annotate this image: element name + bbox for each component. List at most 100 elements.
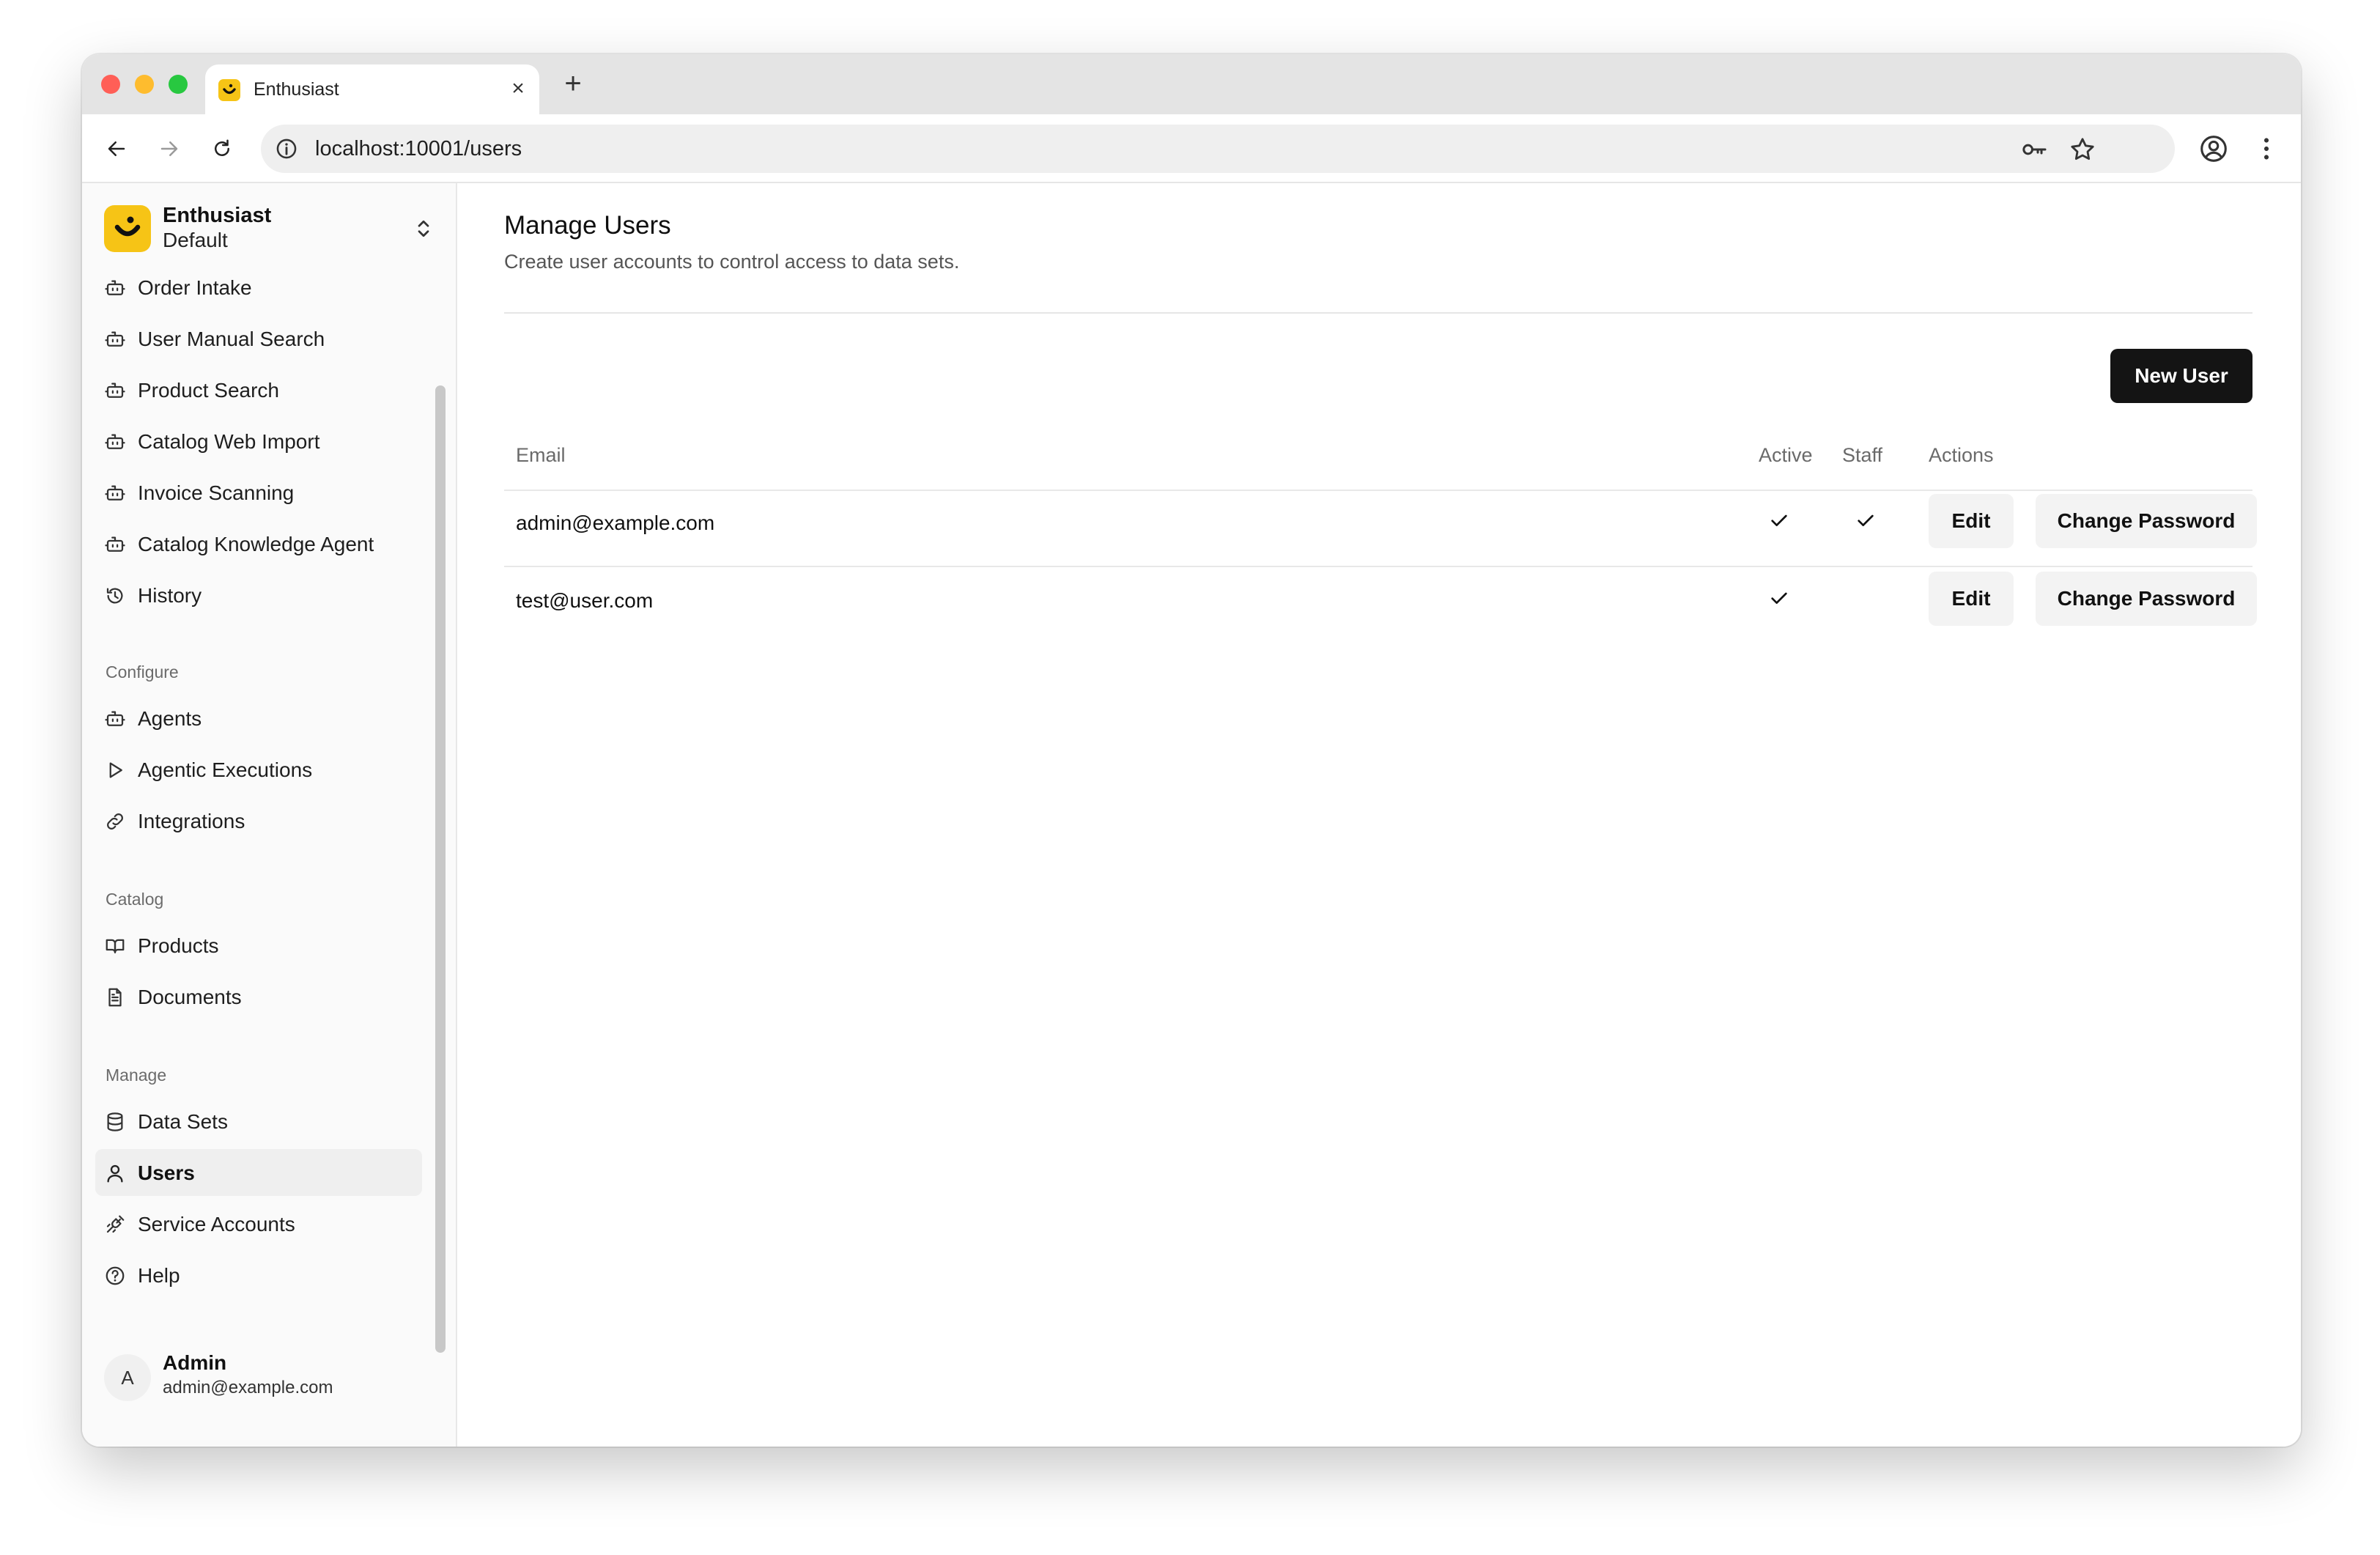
sidebar-item-data-sets[interactable]: Data Sets — [95, 1098, 422, 1145]
sidebar-item-user-manual-search[interactable]: User Manual Search — [95, 315, 422, 362]
document-icon — [104, 986, 126, 1008]
check-icon — [1854, 509, 1877, 532]
profile-icon[interactable] — [2197, 132, 2231, 166]
sidebar-item-agents[interactable]: Agents — [95, 695, 422, 742]
header-divider — [504, 312, 2252, 314]
bot-icon — [104, 277, 126, 299]
play-icon — [104, 759, 126, 781]
address-bar[interactable]: localhost:10001/users — [261, 125, 2175, 173]
site-info-icon[interactable] — [274, 136, 299, 161]
password-key-icon[interactable] — [2019, 135, 2049, 164]
bot-icon — [104, 431, 126, 453]
close-window-button[interactable] — [101, 75, 120, 94]
sidebar-item-order-intake[interactable]: Order Intake — [95, 264, 422, 311]
check-icon — [1767, 509, 1791, 532]
link-icon — [104, 810, 126, 832]
bot-icon — [104, 533, 126, 555]
back-icon[interactable] — [100, 132, 133, 166]
history-icon — [104, 585, 126, 607]
new-user-button[interactable]: New User — [2110, 349, 2252, 403]
page-subtitle: Create user accounts to control access t… — [504, 251, 960, 273]
sidebar-item-history[interactable]: History — [95, 572, 422, 618]
reload-icon[interactable] — [205, 132, 239, 166]
sidebar-item-documents[interactable]: Documents — [95, 973, 422, 1020]
sidebar-scrollbar[interactable] — [435, 385, 446, 1353]
sidebar-item-label: Catalog Knowledge Agent — [138, 533, 374, 555]
book-icon — [104, 935, 126, 957]
user-email: admin@example.com — [163, 1378, 333, 1397]
sidebar-item-catalog-knowledge-agent[interactable]: Catalog Knowledge Agent — [95, 520, 422, 567]
maximize-window-button[interactable] — [169, 75, 188, 94]
sidebar-item-label: Catalog Web Import — [138, 430, 320, 453]
section-label-configure: Configure — [106, 662, 179, 682]
sidebar-item-products[interactable]: Products — [95, 922, 422, 969]
sidebar-item-label: Users — [138, 1161, 195, 1184]
sidebar-item-label: Data Sets — [138, 1110, 228, 1133]
check-icon — [1767, 586, 1791, 610]
database-icon — [104, 1111, 126, 1133]
avatar: A — [104, 1354, 151, 1401]
tab-title: Enthusiast — [254, 79, 339, 100]
close-tab-icon[interactable]: × — [506, 76, 531, 101]
table-row-divider — [504, 566, 2252, 567]
sidebar-item-label: User Manual Search — [138, 328, 325, 350]
bot-icon — [104, 482, 126, 504]
browser-menu-icon[interactable] — [2250, 132, 2283, 166]
sidebar-item-invoice-scanning[interactable]: Invoice Scanning — [95, 469, 422, 516]
plug-icon — [104, 1214, 126, 1235]
bot-icon — [104, 328, 126, 350]
browser-window: Enthusiast × + localhost:10001/users Ent… — [82, 54, 2301, 1447]
edit-button[interactable]: Edit — [1929, 572, 2014, 626]
url-text[interactable]: localhost:10001/users — [315, 137, 522, 161]
sidebar: Enthusiast Default Order Intake User Man… — [82, 183, 457, 1447]
sidebar-item-label: Product Search — [138, 379, 279, 402]
minimize-window-button[interactable] — [135, 75, 154, 94]
bookmark-star-icon[interactable] — [2068, 135, 2097, 164]
sidebar-item-service-accounts[interactable]: Service Accounts — [95, 1200, 422, 1247]
bot-icon — [104, 380, 126, 402]
sidebar-item-label: Products — [138, 934, 219, 957]
section-label-catalog: Catalog — [106, 890, 164, 909]
current-user-card[interactable]: A Admin admin@example.com — [104, 1351, 441, 1425]
browser-tab[interactable]: Enthusiast × — [205, 64, 539, 114]
chevron-up-down-icon — [410, 215, 437, 242]
sidebar-item-agentic-executions[interactable]: Agentic Executions — [95, 746, 422, 793]
sidebar-item-help[interactable]: Help — [95, 1252, 422, 1299]
column-header-email: Email — [516, 444, 566, 466]
main-content: Manage Users Create user accounts to con… — [457, 183, 2301, 1447]
sidebar-item-label: Help — [138, 1264, 180, 1287]
user-icon — [104, 1162, 126, 1184]
sidebar-item-integrations[interactable]: Integrations — [95, 797, 422, 844]
change-password-button[interactable]: Change Password — [2036, 572, 2257, 626]
brand-logo-icon — [104, 205, 151, 252]
sidebar-item-label: Agentic Executions — [138, 758, 313, 781]
sidebar-item-label: Documents — [138, 986, 242, 1008]
help-icon — [104, 1265, 126, 1287]
workspace-switcher[interactable]: Enthusiast Default — [104, 202, 441, 255]
section-label-manage: Manage — [106, 1065, 167, 1085]
table-row-email: test@user.com — [516, 589, 654, 612]
sidebar-item-users[interactable]: Users — [95, 1149, 422, 1196]
user-name: Admin — [163, 1351, 227, 1374]
sidebar-item-label: Invoice Scanning — [138, 481, 295, 504]
new-tab-button[interactable]: + — [558, 69, 588, 100]
favicon-icon — [218, 79, 240, 101]
column-header-actions: Actions — [1929, 444, 1994, 466]
edit-button[interactable]: Edit — [1929, 494, 2014, 548]
forward-icon[interactable] — [152, 132, 186, 166]
table-row-email: admin@example.com — [516, 511, 715, 534]
column-header-staff: Staff — [1842, 444, 1883, 466]
tab-strip: Enthusiast × + — [82, 54, 2301, 114]
sidebar-item-label: Agents — [138, 707, 202, 730]
sidebar-item-catalog-web-import[interactable]: Catalog Web Import — [95, 418, 422, 465]
sidebar-item-label: Order Intake — [138, 276, 252, 299]
brand-name: Enthusiast — [163, 204, 272, 227]
sidebar-item-label: Service Accounts — [138, 1213, 295, 1235]
browser-toolbar: localhost:10001/users — [82, 114, 2301, 183]
bot-icon — [104, 708, 126, 730]
change-password-button[interactable]: Change Password — [2036, 494, 2257, 548]
sidebar-item-label: Integrations — [138, 810, 245, 832]
page-title: Manage Users — [504, 211, 671, 240]
brand-dataset: Default — [163, 229, 228, 251]
sidebar-item-product-search[interactable]: Product Search — [95, 366, 422, 413]
